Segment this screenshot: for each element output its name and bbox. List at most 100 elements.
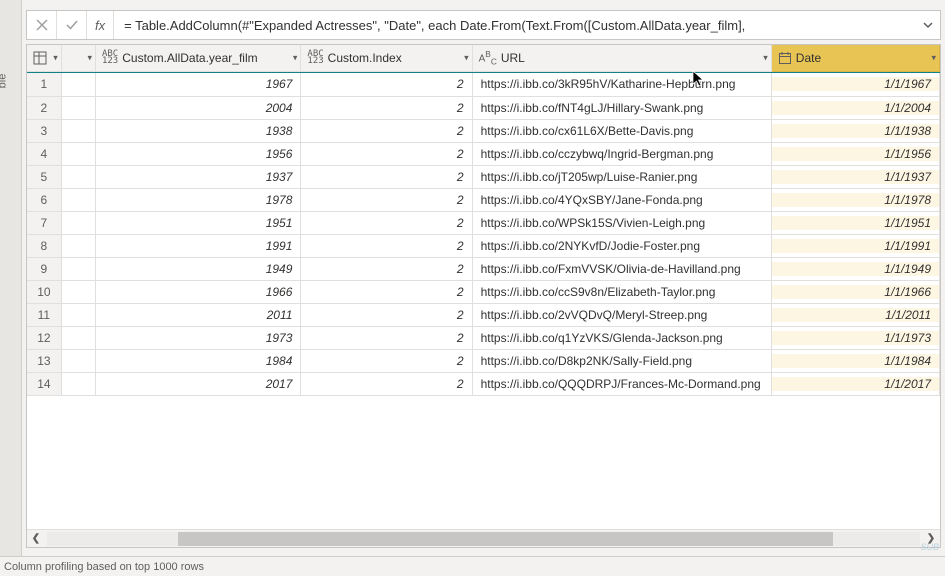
confirm-icon[interactable] (57, 11, 87, 39)
column-header-url[interactable]: ABC URL ▾ (472, 45, 771, 71)
date-cell[interactable]: 1/1/2011 (771, 303, 939, 326)
blank-cell[interactable] (61, 188, 95, 211)
blank-cell[interactable] (61, 372, 95, 395)
cancel-icon[interactable] (27, 11, 57, 39)
row-number[interactable]: 14 (27, 372, 61, 395)
row-number[interactable]: 8 (27, 234, 61, 257)
date-cell[interactable]: 1/1/2004 (771, 96, 939, 119)
row-number[interactable]: 9 (27, 257, 61, 280)
table-row[interactable]: 220042https://i.ibb.co/fNT4gLJ/Hillary-S… (27, 96, 940, 119)
column-header-index[interactable]: ABC123 Custom.Index ▾ (301, 45, 472, 71)
blank-cell[interactable] (61, 119, 95, 142)
index-cell[interactable]: 2 (301, 280, 472, 303)
year-cell[interactable]: 1937 (95, 165, 300, 188)
date-cell[interactable]: 1/1/1938 (771, 119, 939, 142)
index-cell[interactable]: 2 (301, 234, 472, 257)
table-row[interactable]: 8 19912https://i.ibb.co/2NYKvfD/Jodie-Fos… (27, 234, 940, 257)
url-cell[interactable]: https://i.ibb.co/jT205wp/Luise-Ranier.pn… (472, 165, 771, 188)
row-number[interactable]: 2 (27, 96, 61, 119)
table-row[interactable]: 419562https://i.ibb.co/cczybwq/Ingrid-Be… (27, 142, 940, 165)
year-cell[interactable]: 2011 (95, 303, 300, 326)
index-cell[interactable]: 2 (301, 188, 472, 211)
chevron-down-icon[interactable]: ▾ (53, 52, 58, 63)
index-cell[interactable]: 2 (301, 257, 472, 280)
table-row[interactable]: 119672https://i.ibb.co/3kR95hV/Katharine… (27, 73, 940, 96)
year-cell[interactable]: 1966 (95, 280, 300, 303)
index-cell[interactable]: 2 (301, 119, 472, 142)
row-number[interactable]: 7 (27, 211, 61, 234)
index-cell[interactable]: 2 (301, 73, 472, 96)
scroll-left-icon[interactable]: ❮ (27, 533, 45, 544)
year-cell[interactable]: 1978 (95, 188, 300, 211)
url-cell[interactable]: https://i.ibb.co/2vVQDvQ/Meryl-Streep.pn… (472, 303, 771, 326)
blank-cell[interactable] (61, 234, 95, 257)
index-cell[interactable]: 2 (301, 372, 472, 395)
table-row[interactable]: 6 19782https://i.ibb.co/4YQxSBY/Jane-Fond… (27, 188, 940, 211)
year-cell[interactable]: 1956 (95, 142, 300, 165)
url-cell[interactable]: https://i.ibb.co/2NYKvfD/Jodie-Foster.pn… (472, 234, 771, 257)
table-row[interactable]: 11 20112https://i.ibb.co/2vVQDvQ/Meryl-St… (27, 303, 940, 326)
blank-cell[interactable] (61, 165, 95, 188)
row-number[interactable]: 5 (27, 165, 61, 188)
table-row[interactable]: 5 19372https://i.ibb.co/jT205wp/Luise-Ran… (27, 165, 940, 188)
horizontal-scrollbar[interactable]: ❮ ❯ (27, 529, 940, 547)
date-cell[interactable]: 1/1/1991 (771, 234, 939, 257)
row-number[interactable]: 11 (27, 303, 61, 326)
url-cell[interactable]: https://i.ibb.co/fNT4gLJ/Hillary-Swank.p… (472, 96, 771, 119)
index-cell[interactable]: 2 (301, 349, 472, 372)
url-cell[interactable]: https://i.ibb.co/ccS9v8n/Elizabeth-Taylo… (472, 280, 771, 303)
table-options-header[interactable]: ▾ (27, 45, 61, 71)
date-cell[interactable]: 1/1/1967 (771, 73, 939, 96)
table-row[interactable]: 719512https://i.ibb.co/WPSk15S/Vivien-Le… (27, 211, 940, 234)
column-header-year[interactable]: ABC123 Custom.AllData.year_film ▾ (95, 45, 300, 71)
blank-cell[interactable] (61, 73, 95, 96)
url-cell[interactable]: https://i.ibb.co/cczybwq/Ingrid-Bergman.… (472, 142, 771, 165)
url-cell[interactable]: https://i.ibb.co/q1YzVKS/Glenda-Jackson.… (472, 326, 771, 349)
date-cell[interactable]: 1/1/1978 (771, 188, 939, 211)
index-cell[interactable]: 2 (301, 96, 472, 119)
chevron-down-icon[interactable]: ▾ (293, 52, 298, 63)
row-number[interactable]: 1 (27, 73, 61, 96)
row-number[interactable]: 3 (27, 119, 61, 142)
index-cell[interactable]: 2 (301, 303, 472, 326)
year-cell[interactable]: 1949 (95, 257, 300, 280)
table-row[interactable]: 3 19382https://i.ibb.co/cx61L6X/Bette-Dav… (27, 119, 940, 142)
date-cell[interactable]: 1/1/1956 (771, 142, 939, 165)
date-cell[interactable]: 1/1/1984 (771, 349, 939, 372)
column-header-date[interactable]: Date ▾ (771, 45, 939, 71)
chevron-down-icon[interactable]: ▾ (763, 52, 768, 63)
url-cell[interactable]: https://i.ibb.co/D8kp2NK/Sally-Field.png (472, 349, 771, 372)
date-cell[interactable]: 1/1/1949 (771, 257, 939, 280)
url-cell[interactable]: https://i.ibb.co/FxmVVSK/Olivia-de-Havil… (472, 257, 771, 280)
url-cell[interactable]: https://i.ibb.co/WPSk15S/Vivien-Leigh.pn… (472, 211, 771, 234)
date-cell[interactable]: 1/1/1937 (771, 165, 939, 188)
year-cell[interactable]: 2004 (95, 96, 300, 119)
url-cell[interactable]: https://i.ibb.co/cx61L6X/Bette-Davis.png (472, 119, 771, 142)
year-cell[interactable]: 1991 (95, 234, 300, 257)
date-cell[interactable]: 1/1/1973 (771, 326, 939, 349)
row-number[interactable]: 6 (27, 188, 61, 211)
blank-cell[interactable] (61, 326, 95, 349)
blank-cell[interactable] (61, 96, 95, 119)
url-cell[interactable]: https://i.ibb.co/3kR95hV/Katharine-Hepbu… (472, 73, 771, 96)
table-row[interactable]: 10 19662https://i.ibb.co/ccS9v8n/Elizabet… (27, 280, 940, 303)
table-row[interactable]: 1219732https://i.ibb.co/q1YzVKS/Glenda-J… (27, 326, 940, 349)
row-number[interactable]: 12 (27, 326, 61, 349)
row-number[interactable]: 13 (27, 349, 61, 372)
table-row[interactable]: 1420172https://i.ibb.co/QQQDRPJ/Frances-… (27, 372, 940, 395)
chevron-down-icon[interactable]: ▾ (931, 52, 936, 63)
year-cell[interactable]: 1938 (95, 119, 300, 142)
date-cell[interactable]: 1/1/2017 (771, 372, 939, 395)
date-cell[interactable]: 1/1/1951 (771, 211, 939, 234)
row-number[interactable]: 10 (27, 280, 61, 303)
scroll-thumb[interactable] (178, 532, 833, 546)
chevron-down-icon[interactable]: ▾ (87, 52, 92, 63)
index-cell[interactable]: 2 (301, 165, 472, 188)
url-cell[interactable]: https://i.ibb.co/4YQxSBY/Jane-Fonda.png (472, 188, 771, 211)
blank-column-header[interactable]: ▾ (61, 45, 95, 71)
formula-input[interactable] (114, 11, 916, 39)
year-cell[interactable]: 1984 (95, 349, 300, 372)
scroll-track[interactable] (47, 532, 920, 546)
table-row[interactable]: 13 19842https://i.ibb.co/D8kp2NK/Sally-Fi… (27, 349, 940, 372)
blank-cell[interactable] (61, 349, 95, 372)
